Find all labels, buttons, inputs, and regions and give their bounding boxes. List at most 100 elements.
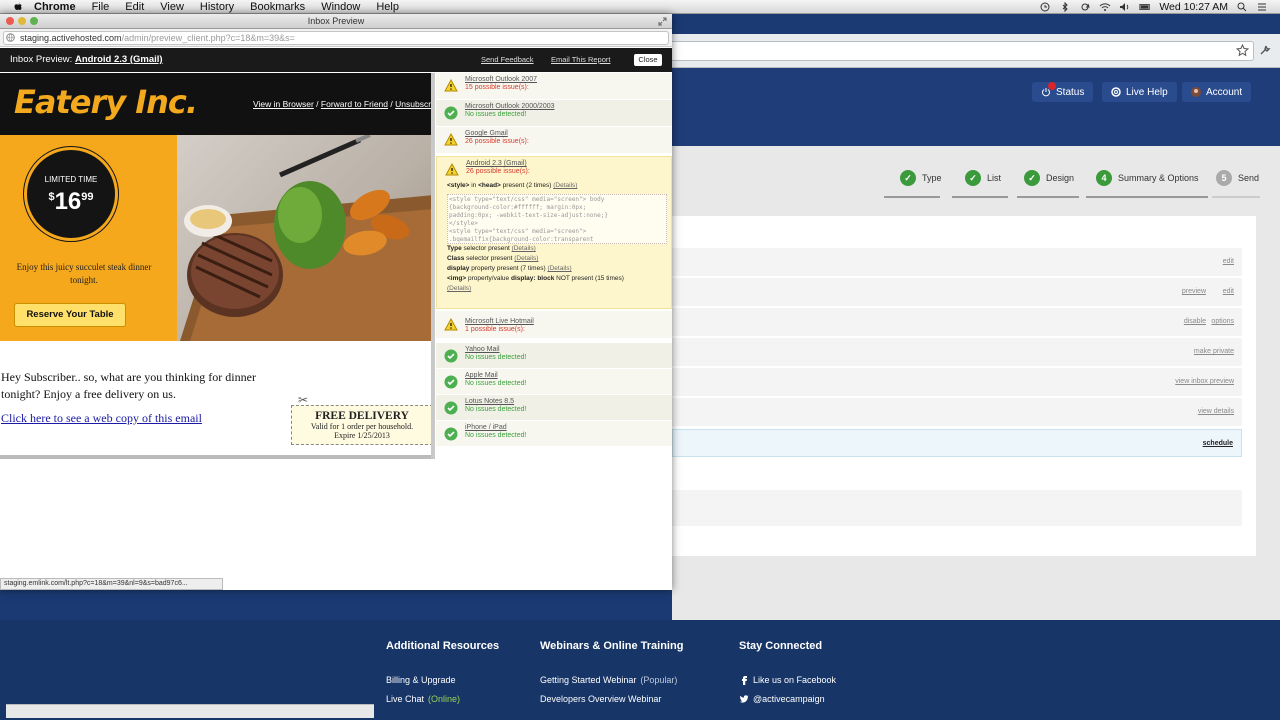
- zoom-window-icon[interactable]: [30, 17, 38, 25]
- send-feedback-link[interactable]: Send Feedback: [481, 55, 534, 64]
- apple-icon[interactable]: [12, 1, 24, 13]
- url-path: /admin/preview_client.php?c=18&m=39&s=: [121, 33, 295, 43]
- details-link[interactable]: (Details): [512, 245, 536, 252]
- developers-webinar-link[interactable]: Developers Overview Webinar: [540, 694, 683, 704]
- menu-file[interactable]: File: [92, 1, 110, 13]
- battery-icon[interactable]: [1139, 2, 1151, 12]
- client-row[interactable]: Yahoo Mail No issues detected!: [436, 343, 672, 369]
- client-row[interactable]: Lotus Notes 8.5 No issues detected!: [436, 395, 672, 421]
- client-name[interactable]: Microsoft Outlook 2000/2003: [465, 103, 555, 110]
- details-link[interactable]: (Details): [514, 255, 538, 262]
- minimize-window-icon[interactable]: [18, 17, 26, 25]
- menu-help[interactable]: Help: [376, 1, 399, 13]
- edit-link[interactable]: edit: [1223, 258, 1234, 265]
- client-name[interactable]: Apple Mail: [465, 372, 498, 379]
- preview-link[interactable]: preview: [1182, 288, 1206, 295]
- forward-to-friend-link[interactable]: Forward to Friend: [321, 99, 388, 109]
- twitter-icon: [739, 695, 749, 703]
- status-button[interactable]: Status: [1032, 82, 1094, 102]
- step-send[interactable]: 5 Send: [1216, 170, 1259, 186]
- client-name[interactable]: Microsoft Live Hotmail: [465, 318, 534, 325]
- details-link[interactable]: (Details): [547, 265, 571, 272]
- unsubscribe-link[interactable]: Unsubscrib: [395, 99, 434, 109]
- options-link[interactable]: options: [1211, 318, 1234, 325]
- sync-icon[interactable]: [1079, 2, 1091, 12]
- bluetooth-icon[interactable]: [1059, 2, 1071, 12]
- client-row[interactable]: Google Gmail 26 possible issue(s):: [436, 127, 672, 154]
- details-link[interactable]: (Details): [553, 182, 577, 189]
- spotlight-search-icon[interactable]: [1236, 2, 1248, 12]
- live-help-button[interactable]: Live Help: [1102, 82, 1177, 102]
- twitter-link[interactable]: @activecampaign: [739, 694, 836, 704]
- step-type[interactable]: ✓ Type: [900, 170, 942, 186]
- disable-link[interactable]: disable: [1184, 318, 1206, 325]
- menu-view[interactable]: View: [160, 1, 184, 13]
- menu-bookmarks[interactable]: Bookmarks: [250, 1, 305, 13]
- status-alert-badge: [1048, 82, 1056, 90]
- client-status: 26 possible issue(s):: [465, 138, 529, 145]
- close-window-icon[interactable]: [6, 17, 14, 25]
- online-badge: (Online): [428, 694, 461, 704]
- footer-heading: Additional Resources: [386, 640, 500, 652]
- menu-app-name[interactable]: Chrome: [34, 1, 76, 13]
- client-name[interactable]: Microsoft Outlook 2007: [465, 76, 537, 83]
- client-row[interactable]: Microsoft Live Hotmail 1 possible issue(…: [436, 311, 672, 339]
- web-copy-link[interactable]: Click here to see a web copy of this ema…: [1, 411, 202, 426]
- close-button[interactable]: Close: [634, 54, 662, 66]
- volume-icon[interactable]: [1119, 2, 1131, 12]
- client-row[interactable]: Microsoft Outlook 2000/2003 No issues de…: [436, 100, 672, 127]
- client-name[interactable]: iPhone / iPad: [465, 424, 507, 431]
- step-label: Summary & Options: [1118, 173, 1199, 183]
- window-titlebar[interactable]: Inbox Preview: [0, 14, 672, 29]
- details-link[interactable]: (Details): [447, 285, 471, 292]
- schedule-link[interactable]: schedule: [1203, 440, 1233, 447]
- getting-started-link[interactable]: Getting Started Webinar (Popular): [540, 675, 683, 685]
- step-summary-options[interactable]: 4 Summary & Options: [1096, 170, 1199, 186]
- step-underline: [1212, 196, 1260, 198]
- notification-list-icon[interactable]: [1256, 2, 1268, 12]
- address-bar[interactable]: [672, 41, 1254, 61]
- account-button[interactable]: Account: [1182, 82, 1252, 102]
- check-icon: ✓: [900, 170, 916, 186]
- time-machine-icon[interactable]: [1039, 2, 1051, 12]
- footer-heading: Webinars & Online Training: [540, 640, 684, 652]
- issue-text: selector present: [461, 245, 512, 252]
- client-row[interactable]: iPhone / iPad No issues detected!: [436, 421, 672, 447]
- live-chat-link[interactable]: Live Chat (Online): [386, 694, 499, 704]
- fullscreen-icon[interactable]: [658, 17, 667, 26]
- step-list[interactable]: ✓ List: [965, 170, 1001, 186]
- selected-client[interactable]: Android 2.3 (Gmail): [75, 54, 163, 65]
- wrench-icon[interactable]: [1258, 44, 1271, 57]
- client-row-expanded[interactable]: Android 2.3 (Gmail) 26 possible issue(s)…: [436, 156, 672, 309]
- client-name[interactable]: Google Gmail: [465, 130, 508, 137]
- view-in-browser-link[interactable]: View in Browser: [253, 99, 314, 109]
- menubar-clock[interactable]: Wed 10:27 AM: [1159, 1, 1228, 13]
- client-row[interactable]: Apple Mail No issues detected!: [436, 369, 672, 395]
- facebook-link[interactable]: Like us on Facebook: [739, 675, 836, 685]
- make-private-link[interactable]: make private: [1194, 348, 1234, 355]
- step-underline: [1086, 196, 1208, 198]
- menu-window[interactable]: Window: [321, 1, 360, 13]
- wifi-icon[interactable]: [1099, 2, 1111, 12]
- window-url-field[interactable]: staging.activehosted.com/admin/preview_c…: [3, 31, 669, 45]
- client-row[interactable]: Microsoft Outlook 2007 15 possible issue…: [436, 73, 672, 100]
- bookmark-star-icon[interactable]: [1236, 44, 1249, 57]
- view-inbox-preview-link[interactable]: view inbox preview: [1175, 378, 1234, 385]
- client-name[interactable]: Android 2.3 (Gmail): [466, 160, 527, 167]
- footer-heading: Stay Connected: [739, 640, 823, 652]
- client-name[interactable]: Lotus Notes 8.5: [465, 398, 514, 405]
- menu-edit[interactable]: Edit: [125, 1, 144, 13]
- view-details-link[interactable]: view details: [1198, 408, 1234, 415]
- horizontal-scrollbar[interactable]: [0, 455, 434, 459]
- email-report-link[interactable]: Email This Report: [551, 55, 610, 64]
- window-addressbar: staging.activehosted.com/admin/preview_c…: [0, 29, 672, 47]
- menu-history[interactable]: History: [200, 1, 234, 13]
- step-design[interactable]: ✓ Design: [1024, 170, 1074, 186]
- step-number: 5: [1216, 170, 1232, 186]
- vertical-scrollbar[interactable]: [431, 73, 435, 459]
- reserve-table-button[interactable]: Reserve Your Table: [14, 303, 126, 327]
- summary-row: [672, 490, 1242, 526]
- client-name[interactable]: Yahoo Mail: [465, 346, 500, 353]
- billing-link[interactable]: Billing & Upgrade: [386, 675, 499, 685]
- edit-link[interactable]: edit: [1223, 288, 1234, 295]
